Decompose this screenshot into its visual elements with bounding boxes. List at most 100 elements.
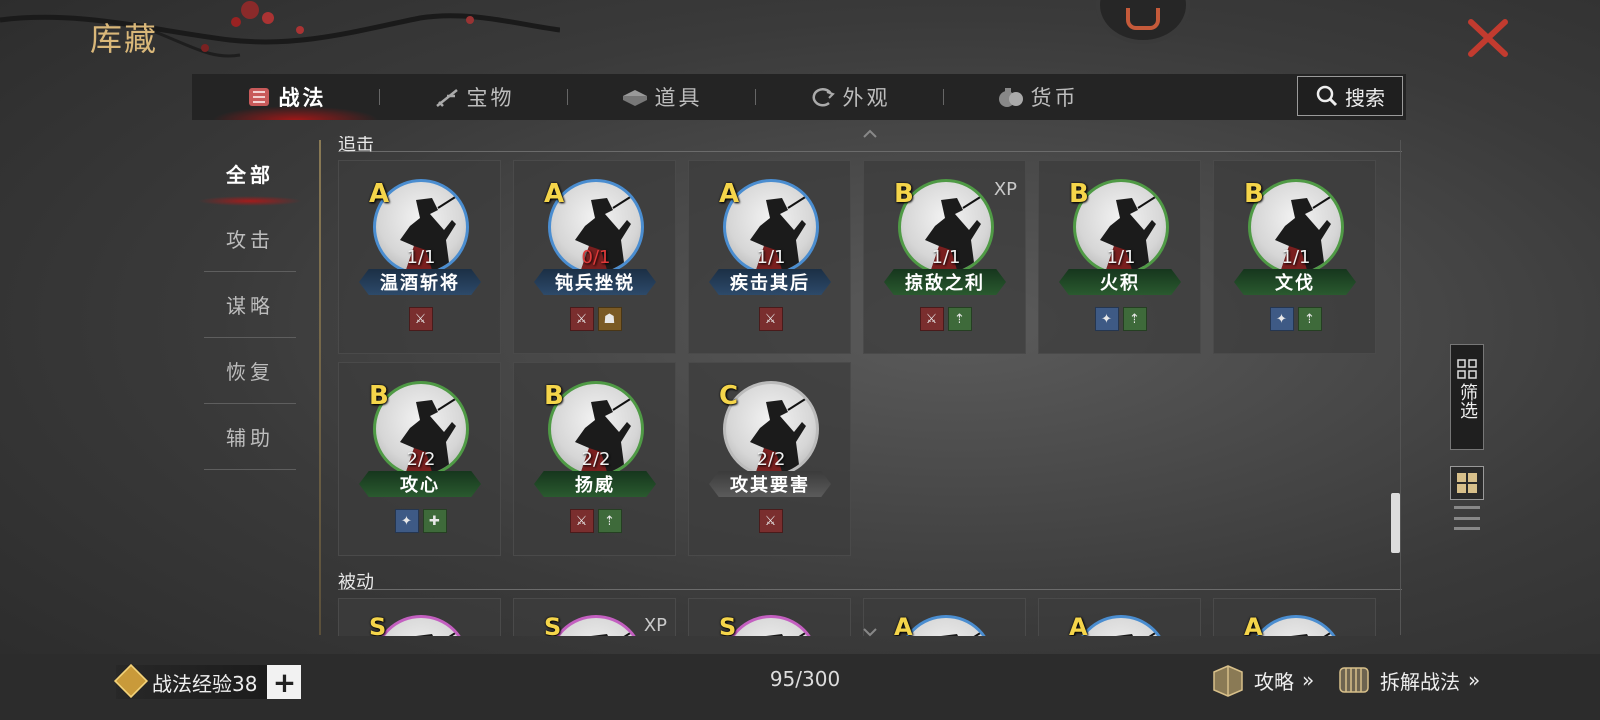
control-tag-icon: ☗ <box>597 307 622 331</box>
xp-badge: XP <box>643 615 667 636</box>
content-divider <box>319 140 321 635</box>
sidebar-item-support[interactable]: 辅助 <box>204 404 296 470</box>
item-icon <box>621 86 649 108</box>
tactic-icon <box>245 86 273 108</box>
sidebar-item-recovery[interactable]: 恢复 <box>204 338 296 404</box>
buff-tag-icon: ⇡ <box>597 509 622 533</box>
tactic-grade: B <box>894 179 914 209</box>
attack-tag-icon: ⚔ <box>919 307 944 331</box>
list-scrollbar[interactable] <box>1391 493 1400 553</box>
filter-button[interactable]: 筛选 <box>1450 344 1484 450</box>
sidebar-item-attack[interactable]: 攻击 <box>204 206 296 272</box>
tactic-grade: S <box>544 613 562 636</box>
tab-currency[interactable]: 货币 <box>944 74 1131 120</box>
tactic-card[interactable]: B 1/1 火积 ✦ ⇡ <box>1038 160 1201 354</box>
grid-view-button[interactable] <box>1450 466 1484 500</box>
tactic-tags: ✦ ⇡ <box>1214 307 1377 331</box>
tactic-name: 温酒斩将 <box>359 269 481 295</box>
attack-tag-icon: ⚔ <box>758 307 783 331</box>
scroll-up-icon <box>863 129 877 138</box>
tactic-count-label: 1/1 <box>1281 247 1311 268</box>
close-icon <box>1468 19 1508 57</box>
tactic-card[interactable]: A 1/1 疾击其后 ⚔ <box>688 160 851 354</box>
warrior-portrait-icon <box>1291 629 1336 636</box>
heal-tag-icon: ✚ <box>422 509 447 533</box>
tactic-count-label: 2/2 <box>406 449 436 470</box>
warrior-portrait-icon <box>941 629 986 636</box>
tactic-tags: ⚔ ⇡ <box>514 509 677 533</box>
attack-tag-icon: ⚔ <box>569 307 594 331</box>
filter-label: 筛选 <box>1457 383 1478 419</box>
list-view-button[interactable] <box>1454 506 1480 530</box>
tactic-portrait <box>373 615 469 636</box>
tactic-count: 95/300 <box>769 667 841 691</box>
tactic-count-label: 1/1 <box>931 247 961 268</box>
tactic-name: 火积 <box>1059 269 1181 295</box>
tactic-grade: B <box>1069 179 1089 209</box>
treasure-icon <box>433 86 461 108</box>
tab-items[interactable]: 道具 <box>568 74 755 120</box>
grid-view-icon <box>1457 473 1477 493</box>
close-button[interactable] <box>1463 16 1513 60</box>
tactic-card[interactable]: S XP <box>513 598 676 636</box>
tactic-card[interactable]: C 2/2 攻其要害 ⚔ <box>688 362 851 556</box>
tactic-card[interactable]: B XP 1/1 掠敌之利 ⚔ ⇡ <box>863 160 1026 354</box>
tactic-name: 攻其要害 <box>709 471 831 497</box>
tactic-list[interactable]: 追击 A 1/1 温酒斩将 ⚔ A 0/1 钝兵挫锐 ⚔ ☗ A 1/1 疾击其后 ⚔ B XP 1/1 掠敌之… <box>338 136 1402 636</box>
tactic-exp: 战法经验38 + <box>114 664 302 700</box>
tab-label: 外观 <box>842 86 891 110</box>
page-title: 库藏 <box>90 20 159 58</box>
add-exp-button[interactable]: + <box>267 665 302 699</box>
tactic-tags: ⚔ <box>339 307 502 331</box>
strategy-tag-icon: ✦ <box>394 509 419 533</box>
tactic-card[interactable]: B 2/2 扬威 ⚔ ⇡ <box>513 362 676 556</box>
guide-button[interactable]: 攻略 » <box>1210 660 1314 700</box>
tactic-card[interactable]: S <box>688 598 851 636</box>
tab-label: 宝物 <box>466 86 515 110</box>
category-sidebar: 全部 攻击 谋略 恢复 辅助 <box>198 140 302 470</box>
list-border <box>1400 140 1401 635</box>
tactic-card[interactable]: S <box>338 598 501 636</box>
scroll-down-icon <box>863 628 877 637</box>
tab-tactics[interactable]: 战法 <box>192 74 379 120</box>
search-button[interactable]: 搜索 <box>1297 76 1403 116</box>
tab-treasure[interactable]: 宝物 <box>380 74 567 120</box>
tab-label: 战法 <box>278 85 327 110</box>
tab-label: 货币 <box>1030 86 1079 110</box>
tactic-tags: ⚔ ☗ <box>514 307 677 331</box>
section-title-pursuit: 追击 <box>338 136 1402 155</box>
xp-badge: XP <box>993 179 1017 200</box>
tactic-card[interactable]: A <box>1038 598 1201 636</box>
strategy-tag-icon: ✦ <box>1269 307 1294 331</box>
tactic-card[interactable]: A 0/1 钝兵挫锐 ⚔ ☗ <box>513 160 676 354</box>
warrior-portrait-icon <box>1116 629 1161 636</box>
pursuit-grid: A 1/1 温酒斩将 ⚔ A 0/1 钝兵挫锐 ⚔ ☗ A 1/1 疾击其后 ⚔ B XP 1/1 掠敌之利 ⚔ ⇡… <box>338 160 1402 556</box>
tactic-grade: A <box>369 179 390 209</box>
tactic-card[interactable]: A 1/1 温酒斩将 ⚔ <box>338 160 501 354</box>
guide-arrow: » <box>1302 668 1315 692</box>
tactic-grade: S <box>369 613 387 636</box>
tactic-card[interactable]: A <box>1213 598 1376 636</box>
tactic-grade: S <box>719 613 737 636</box>
sidebar-item-all[interactable]: 全部 <box>198 140 302 206</box>
tactic-tags: ✦ ⇡ <box>1039 307 1202 331</box>
dismantle-label: 拆解战法 <box>1380 669 1460 694</box>
sidebar-item-strategy[interactable]: 谋略 <box>204 272 296 338</box>
section-title-passive: 被动 <box>338 568 1402 593</box>
category-tab-bar: 战法 宝物 道具 外观 货币 <box>192 74 1406 120</box>
tab-appearance[interactable]: 外观 <box>756 74 943 120</box>
tactic-count-label: 2/2 <box>581 449 611 470</box>
tactic-card[interactable]: B 1/1 文伐 ✦ ⇡ <box>1213 160 1376 354</box>
tactic-name: 疾击其后 <box>709 269 831 295</box>
tactic-card[interactable]: B 2/2 攻心 ✦ ✚ <box>338 362 501 556</box>
tactic-grade: B <box>544 381 564 411</box>
dismantle-tactic-button[interactable]: 拆解战法 » <box>1336 660 1480 700</box>
tactic-grade: A <box>719 179 740 209</box>
tactic-grade: B <box>369 381 389 411</box>
attack-tag-icon: ⚔ <box>569 509 594 533</box>
tactic-card[interactable]: A <box>863 598 1026 636</box>
filter-grid-icon <box>1457 359 1477 379</box>
tactic-count-label: 1/1 <box>1106 247 1136 268</box>
warrior-portrait-icon <box>591 629 636 636</box>
search-icon <box>1316 85 1338 107</box>
